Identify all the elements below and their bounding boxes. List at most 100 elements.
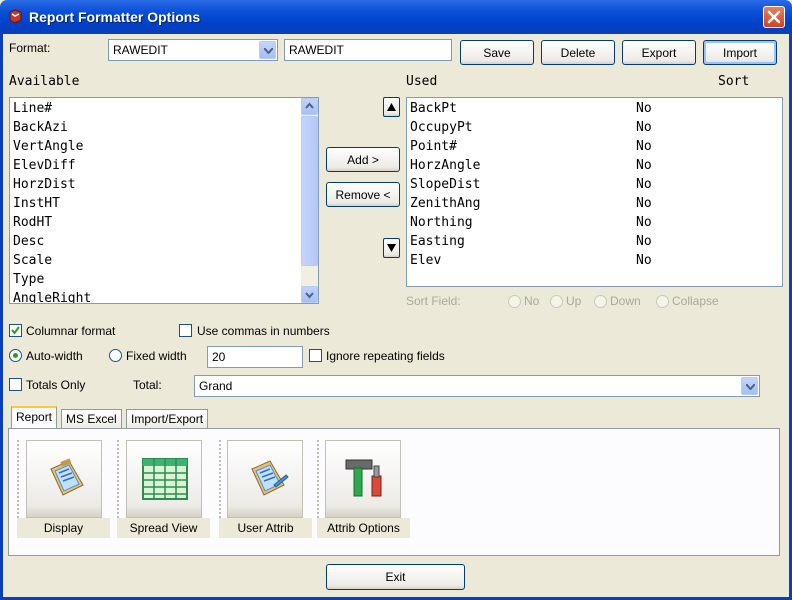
- available-list-item[interactable]: AngleRight: [13, 291, 91, 303]
- scroll-thumb[interactable]: [301, 116, 318, 266]
- sort-no-radio[interactable]: [508, 295, 521, 308]
- toolbar-grip: [117, 440, 123, 518]
- sort-collapse-radio[interactable]: [656, 295, 669, 308]
- available-list-item[interactable]: RodHT: [13, 215, 52, 230]
- format-select[interactable]: RAWEDIT: [108, 39, 278, 61]
- available-list-item[interactable]: ElevDiff: [13, 158, 76, 173]
- available-list-item[interactable]: InstHT: [13, 196, 60, 211]
- add-button[interactable]: Add >: [326, 147, 400, 172]
- available-list-item[interactable]: Type: [13, 272, 44, 287]
- format-label: Format:: [9, 41, 51, 55]
- import-button[interactable]: Import: [703, 40, 777, 65]
- used-list[interactable]: BackPt No OccupyPt No Point# No HorzAngle No Slo…: [406, 97, 783, 287]
- display-label: Display: [17, 518, 110, 538]
- chevron-down-icon[interactable]: [259, 41, 276, 59]
- sort-up-label: Up: [566, 294, 582, 308]
- toolbar-grip: [317, 440, 323, 518]
- used-field-sort: No: [636, 215, 652, 230]
- use-commas-label: Use commas in numbers: [197, 324, 330, 338]
- use-commas-checkbox[interactable]: [179, 324, 192, 337]
- exit-button-label: Exit: [385, 570, 406, 584]
- available-list-item[interactable]: BackAzi: [13, 120, 68, 135]
- sort-header: Sort: [718, 74, 750, 89]
- save-button-label: Save: [483, 45, 511, 60]
- available-list-item[interactable]: HorzDist: [13, 177, 76, 192]
- display-button[interactable]: [26, 440, 102, 518]
- used-field-name: BackPt: [410, 101, 457, 116]
- fixed-width-radio[interactable]: [109, 349, 122, 362]
- checkmark-icon: [11, 326, 20, 335]
- used-field-name: OccupyPt: [410, 120, 473, 135]
- remove-button-label: Remove <: [335, 187, 391, 202]
- sort-down-radio[interactable]: [594, 295, 607, 308]
- tab-import-export[interactable]: Import/Export: [126, 409, 209, 429]
- total-label: Total:: [133, 378, 162, 392]
- available-list-item[interactable]: VertAngle: [13, 139, 83, 154]
- used-field-sort: No: [636, 234, 652, 249]
- close-button[interactable]: [763, 6, 785, 28]
- user-attrib-button[interactable]: [227, 440, 303, 518]
- triangle-down-icon: [387, 244, 396, 252]
- used-field-name: ZenithAng: [410, 196, 481, 211]
- attrib-options-label: Attrib Options: [317, 518, 410, 538]
- used-field-sort: No: [636, 120, 652, 135]
- export-button-label: Export: [641, 45, 677, 60]
- window-title: Report Formatter Options: [29, 9, 201, 25]
- sort-collapse-label: Collapse: [672, 294, 719, 308]
- toolbar-grip: [17, 440, 23, 518]
- total-select[interactable]: Grand: [194, 375, 760, 397]
- used-field-sort: No: [636, 253, 652, 268]
- exit-button[interactable]: Exit: [326, 564, 465, 590]
- auto-width-radio[interactable]: [9, 349, 22, 362]
- used-field-sort: No: [636, 139, 652, 154]
- sort-down-label: Down: [610, 294, 641, 308]
- clipboard-report-icon: [50, 458, 84, 496]
- available-scrollbar[interactable]: [301, 98, 318, 303]
- spread-view-label: Spread View: [117, 518, 210, 538]
- format-select-value: RAWEDIT: [113, 43, 168, 57]
- clipboard-edit-icon: [251, 460, 289, 496]
- delete-button[interactable]: Delete: [541, 40, 615, 65]
- scroll-down-icon[interactable]: [301, 286, 318, 303]
- chevron-down-icon[interactable]: [741, 377, 758, 395]
- used-field-name: Elev: [410, 253, 442, 268]
- save-button[interactable]: Save: [460, 40, 534, 65]
- spread-view-button[interactable]: [126, 440, 202, 518]
- tab-report[interactable]: Report: [11, 406, 58, 428]
- spreadsheet-icon: [142, 458, 188, 500]
- available-list-item[interactable]: Line#: [13, 101, 52, 116]
- columnar-format-checkbox[interactable]: [9, 324, 22, 337]
- app-icon: [9, 9, 22, 24]
- used-field-sort: No: [636, 177, 652, 192]
- format-name-value: RAWEDIT: [289, 43, 344, 57]
- width-input[interactable]: 20: [207, 346, 303, 368]
- export-button[interactable]: Export: [622, 40, 696, 65]
- used-field-sort: No: [636, 158, 652, 173]
- format-name-input[interactable]: RAWEDIT: [284, 39, 452, 61]
- sort-field-label: Sort Field:: [406, 294, 461, 308]
- user-attrib-label: User Attrib: [219, 518, 312, 538]
- used-field-name: HorzAngle: [410, 158, 481, 173]
- available-list-item[interactable]: Scale: [13, 253, 52, 268]
- attrib-options-button[interactable]: [325, 440, 401, 518]
- totals-only-checkbox[interactable]: [9, 378, 22, 391]
- triangle-up-icon: [387, 103, 396, 111]
- close-icon: [767, 10, 781, 24]
- total-select-value: Grand: [199, 379, 233, 393]
- used-field-name: Northing: [410, 215, 473, 230]
- move-up-button[interactable]: [383, 97, 400, 117]
- ignore-repeating-checkbox[interactable]: [309, 349, 322, 362]
- ignore-repeating-label: Ignore repeating fields: [326, 349, 445, 363]
- available-list[interactable]: Line# BackAzi VertAngle ElevDiff HorzDist Ins…: [9, 97, 319, 304]
- tab-ms-excel[interactable]: MS Excel: [61, 409, 122, 429]
- available-list-item[interactable]: Desc: [13, 234, 44, 249]
- move-down-button[interactable]: [383, 238, 400, 258]
- used-field-sort: No: [636, 196, 652, 211]
- tools-icon: [345, 459, 382, 497]
- used-field-name: Point#: [410, 139, 457, 154]
- remove-button[interactable]: Remove <: [326, 182, 400, 207]
- add-button-label: Add >: [347, 152, 379, 167]
- scroll-up-icon[interactable]: [301, 98, 318, 115]
- sort-up-radio[interactable]: [550, 295, 563, 308]
- totals-only-label: Totals Only: [26, 378, 86, 392]
